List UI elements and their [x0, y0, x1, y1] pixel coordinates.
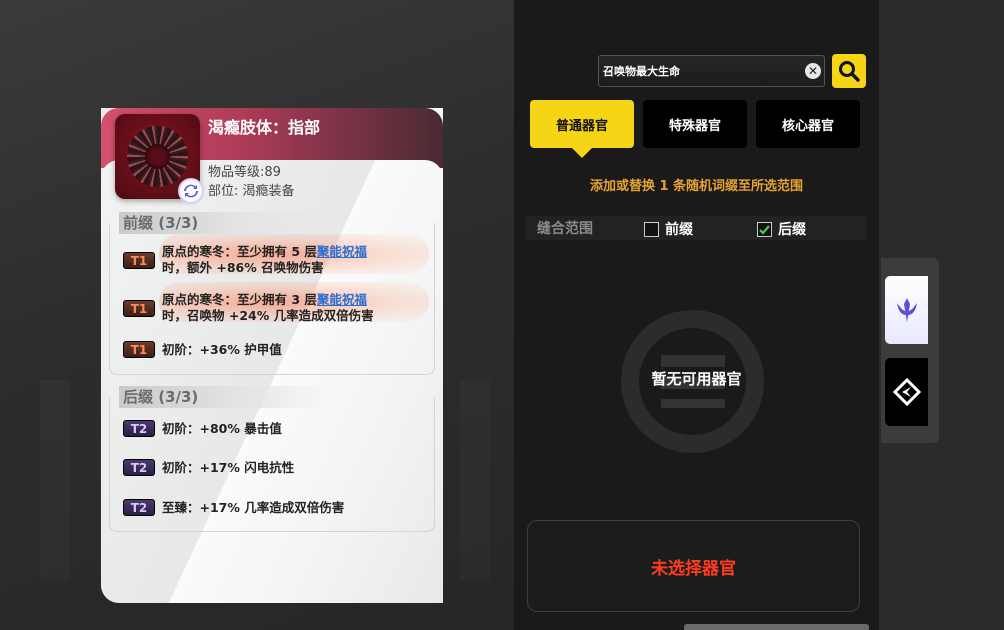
compass-diamond-icon [892, 378, 921, 406]
stitch-range-bar: 缝合范围 [526, 216, 866, 240]
item-title: 渴瘾肢体：指部 [208, 118, 321, 137]
search-icon [839, 61, 860, 82]
prefix-header: 前缀 (3/3) [119, 212, 329, 234]
affix-text: 原点的寒冬：至少拥有 5 层聚能祝福 时，额外 +86% 召唤物伤害 [162, 244, 367, 275]
affix-text: 原点的寒冬：至少拥有 3 层聚能祝福 时，召唤物 +24% 几率造成双倍伤害 [162, 292, 374, 323]
item-level: 物品等级:89 [208, 165, 281, 180]
stitch-range-label: 缝合范围 [537, 221, 593, 237]
empty-state-text: 暂无可用器官 [651, 370, 742, 388]
bottom-button-edge[interactable] [684, 624, 869, 630]
search-button[interactable] [832, 54, 866, 88]
tier-badge: T2 [123, 459, 155, 476]
tier-badge: T1 [123, 300, 155, 317]
affix-row[interactable]: T2 初阶：+80% 暴击值 [123, 420, 423, 437]
suffix-checkbox-label: 后缀 [778, 222, 806, 238]
hint-text: 添加或替换 1 条随机词缀至所选范围 [589, 179, 804, 194]
affix-row[interactable]: T1 原点的寒冬：至少拥有 5 层聚能祝福 时，额外 +86% 召唤物伤害 [123, 244, 423, 276]
trident-emblem-icon [896, 298, 917, 322]
affix-row[interactable]: T1 初阶：+36% 护甲值 [123, 341, 423, 358]
tab-normal-organ[interactable]: 普通器官 [530, 100, 634, 158]
search-input[interactable] [601, 56, 801, 86]
affix-link[interactable]: 聚能祝福 [317, 292, 367, 307]
suffix-header: 后缀 (3/3) [119, 386, 329, 408]
checkmark-icon[interactable] [757, 221, 772, 237]
affix-text: 初阶：+17% 闪电抗性 [162, 460, 295, 475]
affix-text: 至臻：+17% 几率造成双倍伤害 [162, 500, 345, 515]
affix-row[interactable]: T2 初阶：+17% 闪电抗性 [123, 459, 423, 476]
side-tab-emblem[interactable] [885, 276, 928, 344]
tab-special-organ[interactable]: 特殊器官 [643, 100, 747, 148]
affix-row[interactable]: T2 至臻：+17% 几率造成双倍伤害 [123, 499, 423, 516]
affix-link[interactable]: 聚能祝福 [317, 244, 367, 259]
tab-core-organ[interactable]: 核心器官 [756, 100, 860, 148]
tier-badge: T2 [123, 499, 155, 516]
suffix-checkbox[interactable]: 后缀 [757, 219, 806, 239]
ring-icon [127, 126, 188, 187]
tier-badge: T1 [123, 252, 155, 269]
search-box: ✕ [598, 55, 825, 87]
tier-badge: T1 [123, 341, 155, 358]
affix-text: 初阶：+80% 暴击值 [162, 421, 282, 436]
affix-text: 初阶：+36% 护甲值 [162, 342, 282, 357]
organ-panel: ✕ 普通器官 特殊器官 核心器官 添加或替换 1 条随机词缀至所选范围 缝合范围… [514, 0, 879, 630]
affix-row[interactable]: T1 原点的寒冬：至少拥有 3 层聚能祝福 时，召唤物 +24% 几率造成双倍伤… [123, 292, 423, 324]
prefix-checkbox[interactable]: 前缀 [644, 219, 693, 239]
close-circle-icon[interactable]: ✕ [805, 63, 821, 79]
selected-organ-slot[interactable]: 未选择器官 [527, 520, 860, 612]
side-tab-compass[interactable] [885, 358, 928, 426]
no-selection-text: 未选择器官 [651, 558, 736, 579]
checkbox-empty-icon[interactable] [644, 221, 659, 237]
tier-badge: T2 [123, 420, 155, 437]
sync-icon[interactable] [178, 178, 204, 204]
prefix-checkbox-label: 前缀 [665, 222, 693, 238]
item-slot: 部位: 渴瘾装备 [208, 184, 295, 199]
item-card: 渴瘾肢体：指部 物品等级:89 部位: 渴瘾装备 前缀 (3/3) T1 原点的… [101, 108, 443, 603]
